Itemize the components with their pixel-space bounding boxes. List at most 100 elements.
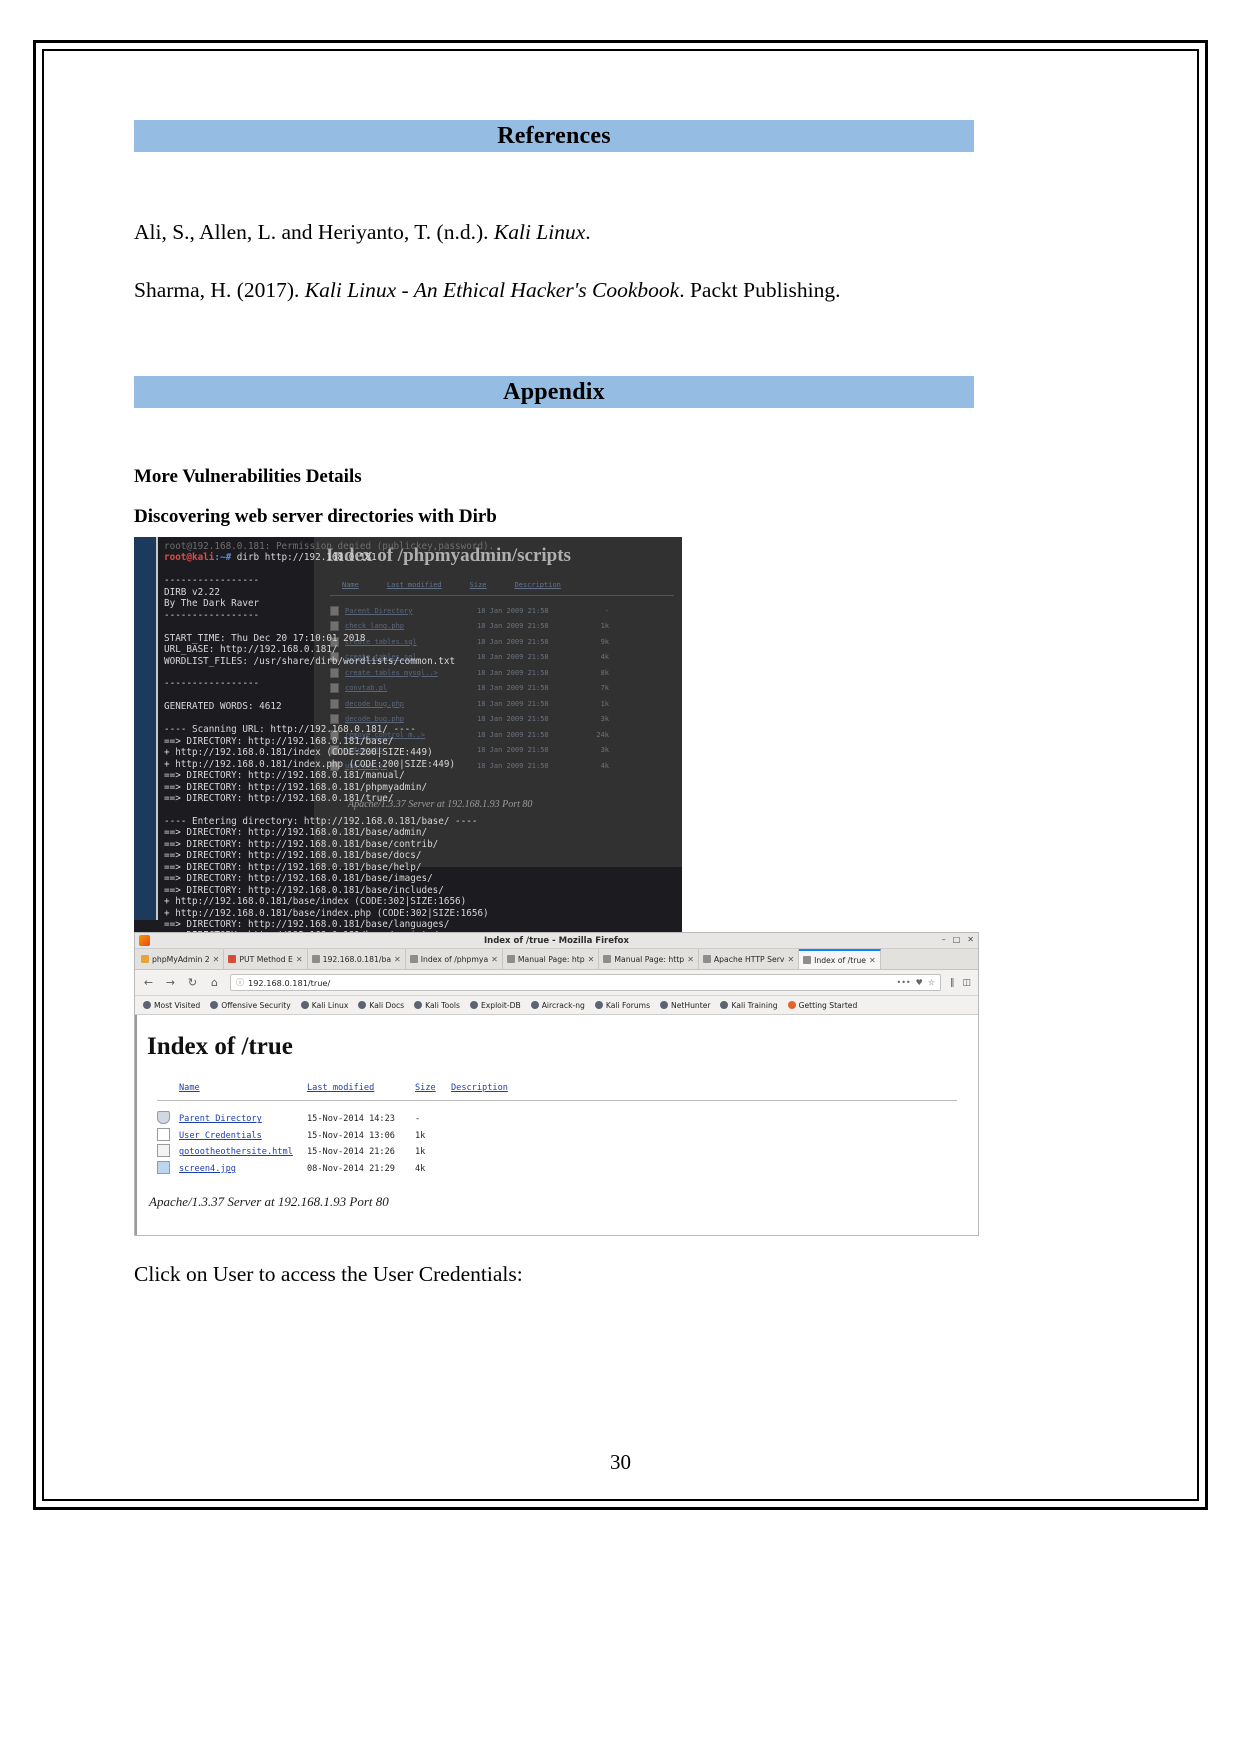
header-description[interactable]: Description xyxy=(451,1083,978,1093)
browser-tab-3[interactable]: Index of /phpmya ✕ xyxy=(405,949,503,970)
terminal-line: URL_BASE: http://192.168.0.181/ xyxy=(164,644,338,656)
browser-tab-2[interactable]: 192.168.0.181/ba ✕ xyxy=(307,949,406,970)
table-header-row: Name Last modified Size Description xyxy=(157,1083,978,1093)
bookmark-icon xyxy=(210,1001,219,1010)
tab-strip[interactable]: phpMyAdmin 2 ✕ PUT Method E ✕ 192.168.0.181/… xyxy=(135,949,978,971)
terminal-line: ==> DIRECTORY: http://192.168.0.181/base… xyxy=(164,861,422,873)
terminal-line: ==> DIRECTORY: http://192.168.0.181/base… xyxy=(164,873,433,885)
size-cell: 1k xyxy=(415,1130,426,1141)
tab-close-icon[interactable]: ✕ xyxy=(588,955,595,964)
file-link[interactable]: gotootheothersite.html xyxy=(179,1147,293,1157)
home-button[interactable]: ⌂ xyxy=(208,976,221,989)
name-cell: screen4.jpg xyxy=(179,1164,307,1174)
tab-close-icon[interactable]: ✕ xyxy=(491,955,498,964)
tab-favicon-icon xyxy=(141,955,149,964)
terminal-line: By The Dark Raver xyxy=(164,598,260,610)
file-size: 4k xyxy=(600,653,609,662)
window-controls[interactable]: – □ ✕ xyxy=(942,935,974,945)
header-size[interactable]: Size xyxy=(415,1083,451,1093)
bookmark-icon xyxy=(469,1001,478,1010)
bookmark-item-9[interactable]: Kali Training xyxy=(720,1000,778,1010)
bookmark-item-3[interactable]: Kali Docs xyxy=(358,1001,404,1010)
terminal-line: START_TIME: Thu Dec 20 17:10:01 2018 xyxy=(164,632,366,644)
forward-button[interactable]: → xyxy=(164,976,177,989)
file-size: 3k xyxy=(600,746,609,755)
bookmark-item-5[interactable]: Exploit-DB xyxy=(469,1001,521,1010)
bookmark-item-7[interactable]: Kali Forums xyxy=(594,1001,650,1010)
bookmark-item-0[interactable]: Most Visited xyxy=(143,1001,200,1010)
address-bar[interactable]: ⓘ 192.168.0.181/true/ ••• ♥ ☆ xyxy=(230,974,941,992)
tab-favicon-icon xyxy=(311,955,320,964)
tab-close-icon[interactable]: ✕ xyxy=(787,955,794,964)
tab-favicon-icon xyxy=(228,955,237,964)
header-last-modified[interactable]: Last modified xyxy=(307,1083,415,1093)
maximize-button[interactable]: □ xyxy=(953,935,961,945)
directory-row-0: Parent Directory 15-Nov-2014 14:23 - xyxy=(157,1111,978,1128)
bookmark-icon xyxy=(660,1001,669,1010)
bookmark-label: Most Visited xyxy=(154,1000,201,1010)
firefox-logo-icon xyxy=(139,935,150,947)
tab-label: PUT Method E xyxy=(239,954,293,964)
bookmark-item-6[interactable]: Aircrack-ng xyxy=(530,1001,585,1010)
library-icon[interactable]: ‖ xyxy=(950,978,955,988)
reload-button[interactable]: ↻ xyxy=(186,976,199,989)
bookmarks-bar[interactable]: Most Visited Offensive Security Kali Linux… xyxy=(135,996,978,1016)
tab-label: Apache HTTP Serv xyxy=(713,954,785,964)
viewport-left-rule xyxy=(135,1015,137,1236)
directory-row-1: User Credentials 15-Nov-2014 13:06 1k xyxy=(157,1127,978,1145)
references-heading: References xyxy=(497,122,611,149)
dirb-terminal-screenshot: Index of /phpmyadmin/scripts Name Last m… xyxy=(134,537,682,933)
tab-favicon-icon xyxy=(603,955,612,964)
bookmark-label: Kali Training xyxy=(731,1000,778,1010)
minimize-button[interactable]: – xyxy=(942,935,946,945)
file-link[interactable]: screen4.jpg xyxy=(179,1164,236,1174)
tab-close-icon[interactable]: ✕ xyxy=(394,955,401,964)
bookmark-item-1[interactable]: Offensive Security xyxy=(210,1001,291,1010)
back-button[interactable]: ← xyxy=(142,976,155,989)
tab-favicon-icon xyxy=(409,955,418,964)
references-section-bar: References xyxy=(134,120,974,152)
bookmark-item-10[interactable]: Getting Started xyxy=(787,1001,857,1010)
tab-close-icon[interactable]: ✕ xyxy=(296,955,303,964)
tab-close-icon[interactable]: ✕ xyxy=(869,956,876,965)
file-link[interactable]: User Credentials xyxy=(179,1131,262,1141)
tab-label: phpMyAdmin 2 xyxy=(152,954,210,964)
bookmark-item-2[interactable]: Kali Linux xyxy=(300,1001,348,1010)
browser-tab-6[interactable]: Apache HTTP Serv ✕ xyxy=(698,949,800,970)
browser-tab-1[interactable]: PUT Method E ✕ xyxy=(224,949,308,970)
subheading-dirb: Discovering web server directories with … xyxy=(134,506,497,528)
size-cell: 4k xyxy=(415,1163,426,1174)
bookmark-label: Kali Docs xyxy=(369,1000,405,1010)
close-window-button[interactable]: ✕ xyxy=(967,935,974,945)
bookmark-icon xyxy=(143,1001,151,1010)
bookmark-item-4[interactable]: Kali Tools xyxy=(414,1001,460,1010)
browser-tab-7[interactable]: Index of /true ✕ xyxy=(799,949,881,970)
file-size: 8k xyxy=(600,668,609,677)
file-link[interactable]: Parent Directory xyxy=(179,1114,262,1124)
browser-tab-4[interactable]: Manual Page: htp ✕ xyxy=(502,949,600,970)
url-text[interactable]: 192.168.0.181/true/ xyxy=(248,978,892,988)
header-name[interactable]: Name xyxy=(179,1083,307,1093)
terminal-line: + http://192.168.0.181/base/index.php (C… xyxy=(164,907,489,919)
directory-rows: Parent Directory 15-Nov-2014 14:23 - User C… xyxy=(157,1111,978,1177)
pocket-icon[interactable]: ♥ xyxy=(916,978,923,987)
bookmark-star-icon[interactable]: ☆ xyxy=(928,978,935,987)
modified-cell: 15-Nov-2014 14:23 xyxy=(307,1114,395,1125)
page-content: References Ali, S., Allen, L. and Heriya… xyxy=(134,120,979,1287)
address-bar-icons[interactable]: ••• ♥ ☆ xyxy=(896,978,935,987)
terminal-line: ----------------- xyxy=(164,678,260,690)
browser-tab-0[interactable]: phpMyAdmin 2 ✕ xyxy=(137,949,225,970)
bookmark-item-8[interactable]: NetHunter xyxy=(660,1001,710,1010)
tab-close-icon[interactable]: ✕ xyxy=(213,955,220,964)
modified-cell: 08-Nov-2014 21:29 xyxy=(307,1163,395,1174)
file-size: 7k xyxy=(600,684,609,693)
browser-tab-5[interactable]: Manual Page: http ✕ xyxy=(599,949,699,970)
toolbar-right-icons[interactable]: ‖ ◫ xyxy=(950,978,971,988)
firefox-titlebar: Index of /true - Mozilla Firefox – □ ✕ xyxy=(135,933,978,950)
page-actions-icon[interactable]: ••• xyxy=(896,978,910,987)
sidebar-icon[interactable]: ◫ xyxy=(962,978,971,988)
site-info-icon[interactable]: ⓘ xyxy=(236,977,244,988)
tab-close-icon[interactable]: ✕ xyxy=(687,955,694,964)
bookmark-icon xyxy=(300,1001,309,1010)
